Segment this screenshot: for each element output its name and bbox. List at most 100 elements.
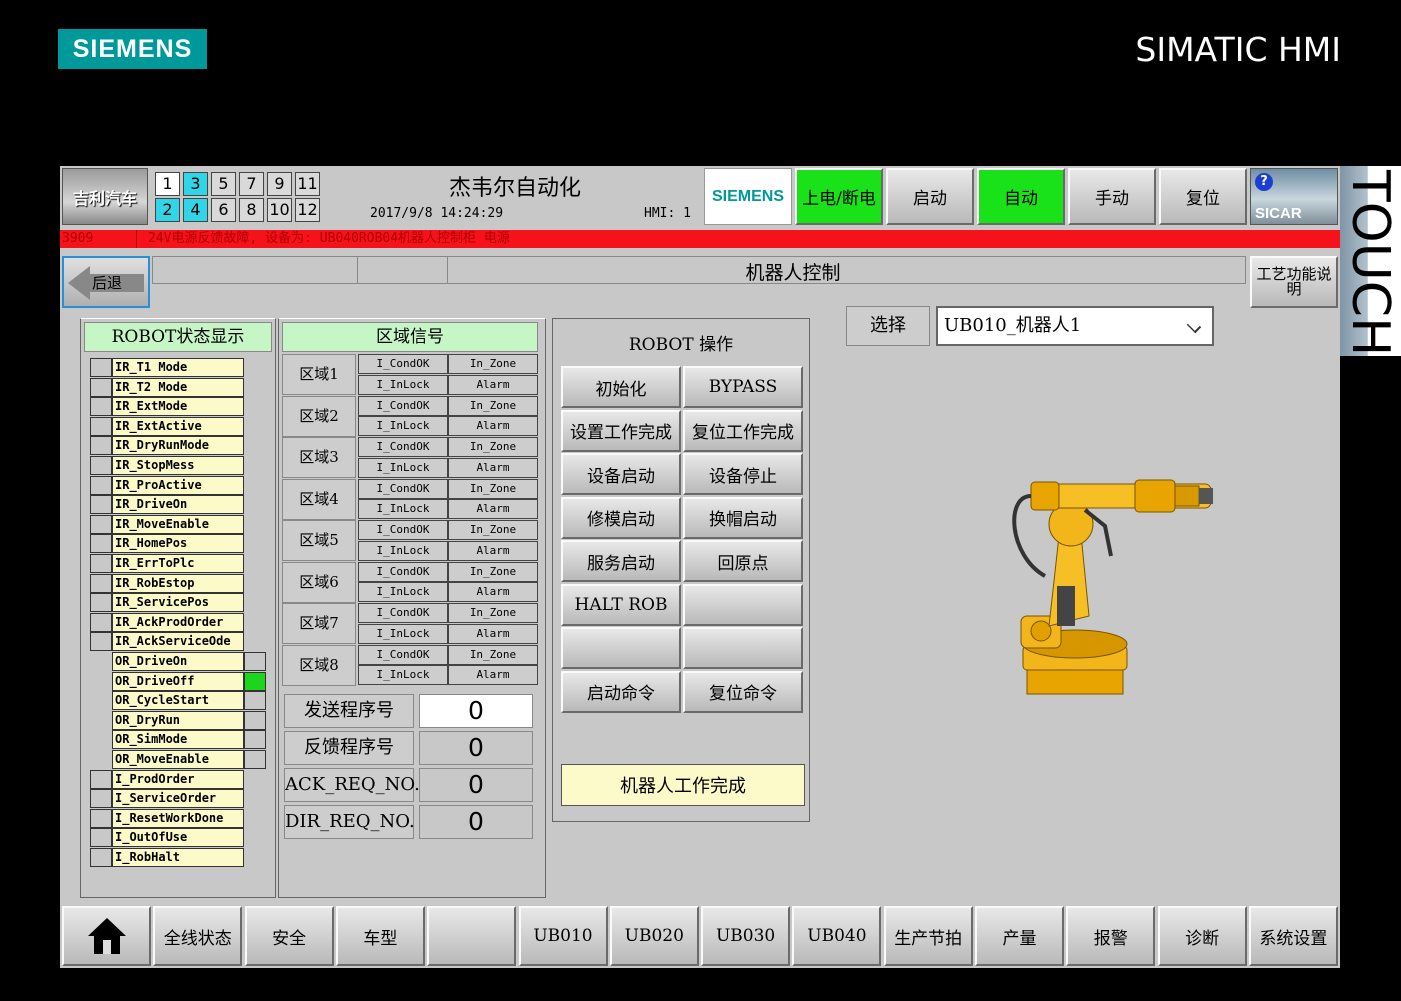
footer-nav-button[interactable]: 生产节拍 [883, 906, 973, 966]
home-button[interactable] [62, 906, 151, 966]
mode-button[interactable]: 手动 [1068, 168, 1156, 225]
status-indicator [244, 671, 266, 691]
back-button[interactable]: 后退 [62, 256, 150, 308]
footer-nav-button[interactable]: 安全 [244, 906, 334, 966]
zone-signal: Alarm [448, 374, 538, 395]
zone-label: 区域7 [282, 603, 356, 644]
zone-signal: I_CondOK [358, 520, 448, 540]
footer-nav-button[interactable]: 车型 [335, 906, 425, 966]
status-indicator [90, 789, 112, 809]
zone-signal: I_InLock [358, 665, 448, 685]
program-value[interactable]: 0 [419, 694, 533, 728]
zone-signal: Alarm [448, 499, 538, 519]
station-number[interactable]: 9 [267, 172, 292, 196]
footer-nav-button[interactable]: 系统设置 [1248, 906, 1338, 966]
status-indicator [90, 475, 112, 495]
siemens-logo: SIEMENS [58, 29, 207, 69]
alarm-bar[interactable]: 3909 24V电源反馈故障, 设备为: UB040ROB04机器人控制柜 电源 [60, 230, 1340, 248]
operation-button[interactable]: 修模启动 [561, 496, 681, 539]
operation-button[interactable]: 复位命令 [683, 670, 803, 713]
sicar-logo[interactable]: ? SICAR [1250, 168, 1338, 225]
mode-button[interactable]: 上电/断电 [795, 168, 883, 225]
operation-button[interactable]: 设备启动 [561, 453, 681, 495]
station-number[interactable]: 11 [295, 172, 320, 196]
geely-logo: 吉利汽车 [62, 168, 148, 225]
operation-button[interactable]: 回原点 [683, 540, 803, 582]
zone-signal: I_InLock [358, 582, 448, 602]
datetime: 2017/9/8 14:24:29 [370, 206, 504, 221]
industrial-robot-image [1012, 479, 1213, 695]
footer-nav-button[interactable]: 诊断 [1157, 906, 1247, 966]
operation-button[interactable]: 复位工作完成 [683, 409, 803, 452]
status-item: IR_DriveOn [112, 495, 244, 515]
zone-signal: Alarm [448, 540, 538, 561]
operation-button[interactable]: BYPASS [683, 366, 803, 408]
station-number[interactable]: 4 [183, 198, 208, 222]
footer-nav-button[interactable]: UB040 [792, 906, 882, 966]
operation-button[interactable]: 换帽启动 [683, 496, 803, 539]
operation-button[interactable]: 设置工作完成 [561, 409, 681, 452]
status-indicator [90, 573, 112, 593]
zone-signal: Alarm [448, 457, 538, 478]
zone-label: 区域3 [282, 437, 356, 478]
status-item: IR_ExtActive [112, 416, 244, 436]
station-number[interactable]: 12 [295, 198, 320, 222]
robot-select-value: UB010_机器人1 [944, 315, 1082, 336]
zone-label: 区域8 [282, 644, 356, 686]
status-indicator [244, 750, 266, 769]
zone-signal: Alarm [448, 623, 538, 644]
footer-nav-button[interactable]: UB020 [609, 906, 699, 966]
chevron-down-icon[interactable] [1186, 318, 1202, 334]
zone-signal: In_Zone [448, 520, 538, 540]
operation-button[interactable] [683, 627, 803, 669]
station-number[interactable]: 1 [155, 172, 180, 196]
mode-button[interactable]: 复位 [1159, 168, 1247, 225]
footer-nav-button[interactable]: 报警 [1066, 906, 1156, 966]
footer-nav-button[interactable]: UB030 [701, 906, 791, 966]
operation-button[interactable]: 启动命令 [561, 670, 681, 713]
operation-button[interactable]: 设备停止 [683, 453, 803, 495]
operation-button[interactable]: 服务启动 [561, 540, 681, 582]
status-indicator [90, 377, 112, 397]
zone-signal: I_CondOK [358, 644, 448, 665]
footer-nav-button[interactable]: 产量 [975, 906, 1064, 966]
back-label: 后退 [92, 274, 123, 292]
zone-signal: Alarm [448, 416, 538, 436]
footer-nav-button[interactable] [427, 906, 517, 966]
station-number[interactable]: 3 [183, 172, 208, 196]
operation-button[interactable] [561, 627, 681, 669]
mode-button[interactable]: 自动 [977, 168, 1065, 225]
status-item: IR_DryRunMode [112, 436, 244, 456]
operation-button[interactable]: 初始化 [561, 366, 681, 408]
status-indicator [90, 632, 112, 652]
footer-nav-button[interactable]: UB010 [518, 906, 608, 966]
status-item: IR_RobEstop [112, 573, 244, 593]
status-indicator [244, 652, 266, 671]
zone-signal: I_InLock [358, 623, 448, 644]
status-indicator [90, 358, 112, 377]
program-value: 0 [419, 805, 533, 839]
robot-work-done-indicator[interactable]: 机器人工作完成 [561, 764, 805, 806]
program-label: 反馈程序号 [284, 731, 414, 765]
station-number[interactable]: 10 [267, 198, 292, 222]
robot-select[interactable]: UB010_机器人1 [936, 306, 1214, 346]
operation-button[interactable] [683, 583, 803, 626]
station-number[interactable]: 5 [211, 172, 236, 196]
alarm-id: 3909 [62, 231, 94, 246]
operation-button[interactable]: HALT ROB [561, 583, 681, 626]
page-title-bar: 机器人控制 [152, 256, 1246, 284]
help-icon[interactable]: ? [1255, 173, 1273, 191]
status-indicator [90, 495, 112, 515]
program-label: 发送程序号 [284, 694, 414, 728]
mode-button[interactable]: 启动 [886, 168, 974, 225]
station-number[interactable]: 8 [239, 198, 264, 222]
craft-help-button[interactable]: 工艺功能说明 [1250, 256, 1338, 308]
status-item: OR_CycleStart [112, 691, 244, 711]
station-number[interactable]: 6 [211, 198, 236, 222]
select-label: 选择 [846, 306, 930, 346]
station-number[interactable]: 7 [239, 172, 264, 196]
footer-nav-button[interactable]: 全线状态 [153, 906, 243, 966]
zone-signal: I_CondOK [358, 603, 448, 623]
station-number[interactable]: 2 [155, 198, 180, 222]
status-item: IR_StopMess [112, 456, 244, 475]
